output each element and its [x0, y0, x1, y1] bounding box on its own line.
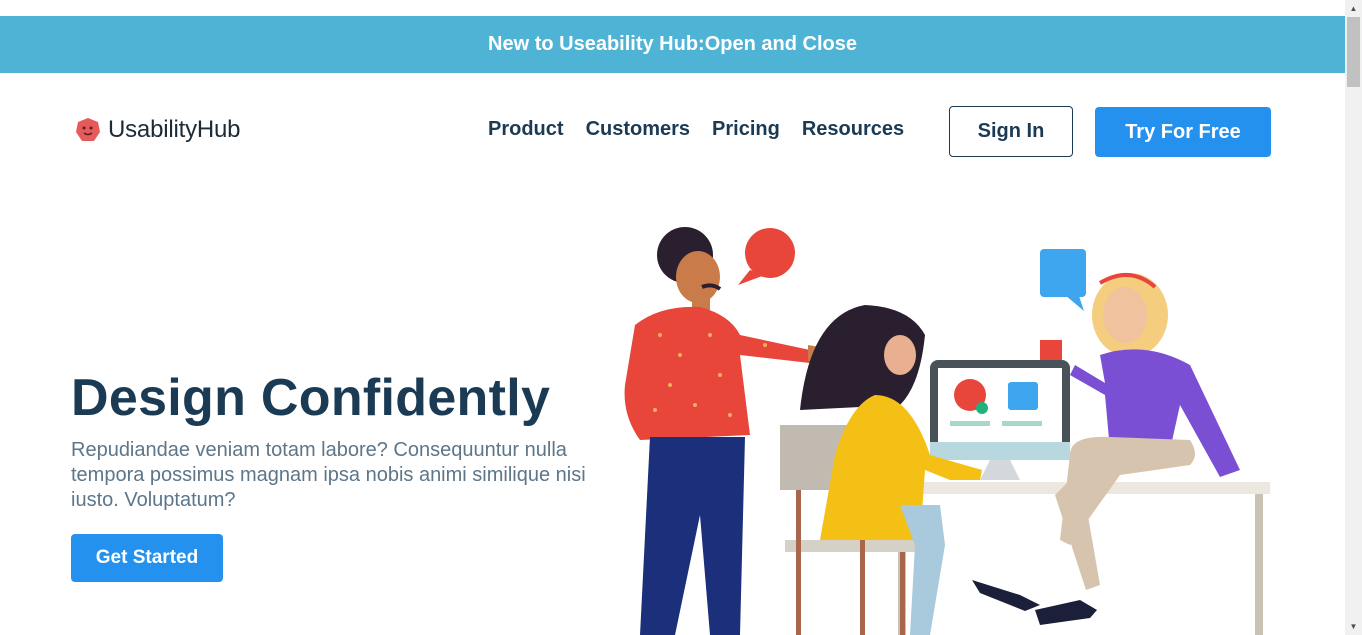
hub-blob-icon: [76, 118, 100, 141]
logo[interactable]: UsabilityHub: [74, 116, 241, 144]
vertical-scrollbar[interactable]: ▲ ▼: [1345, 0, 1362, 635]
red-speech-bubble-icon: [738, 228, 795, 285]
nav-product[interactable]: Product: [488, 118, 564, 141]
team-illustration: [624, 227, 1270, 635]
scroll-thumb[interactable]: [1347, 17, 1360, 87]
scroll-up-arrow-icon[interactable]: ▲: [1345, 0, 1362, 17]
try-for-free-button[interactable]: Try For Free: [1095, 107, 1271, 157]
announcement-banner[interactable]: New to Useability Hub:Open and Close: [0, 16, 1345, 73]
get-started-button[interactable]: Get Started: [71, 534, 223, 582]
scroll-down-arrow-icon[interactable]: ▼: [1345, 618, 1362, 635]
nav-resources[interactable]: Resources: [802, 118, 904, 141]
nav-pricing[interactable]: Pricing: [712, 118, 780, 141]
banner-text[interactable]: New to Useability Hub:Open and Close: [488, 33, 857, 56]
main-nav: Product Customers Pricing Resources: [488, 118, 926, 141]
blue-speech-bubble-icon: [1040, 249, 1086, 311]
top-spacer: [0, 0, 1345, 16]
logo-text: UsabilityHub: [108, 116, 241, 143]
hero-title: Design Confidently: [71, 369, 551, 427]
nav-customers[interactable]: Customers: [586, 118, 690, 141]
hero-description: Repudiandae veniam totam labore? Consequ…: [71, 439, 586, 511]
sign-in-button[interactable]: Sign In: [949, 106, 1073, 157]
